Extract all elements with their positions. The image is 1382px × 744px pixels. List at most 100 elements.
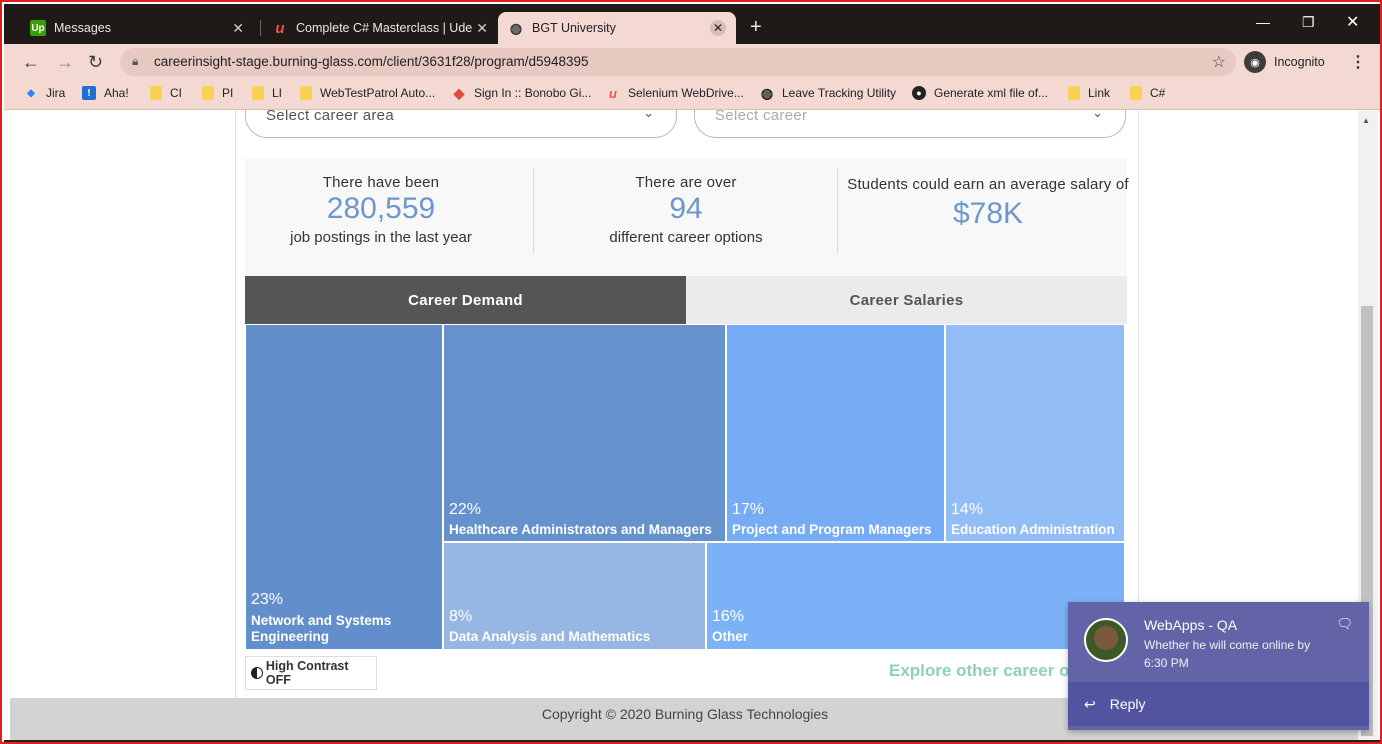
browser-toolbar: ← → ↻ 🔒︎ careerinsight-stage.burning-gla… <box>4 44 1380 80</box>
udemy-icon: u <box>275 19 285 37</box>
cell-label: Network and Systems Engineering <box>251 613 392 644</box>
folder-icon <box>1068 86 1080 100</box>
avatar <box>1084 618 1128 662</box>
treemap-cell-project[interactable]: 17% Project and Program Managers <box>726 324 945 542</box>
bookmark-label: Leave Tracking Utility <box>782 86 897 100</box>
minimize-icon[interactable]: — <box>1256 14 1270 30</box>
treemap-cell-network[interactable]: 23% Network and Systems Engineering <box>245 324 443 650</box>
teams-notification[interactable]: WebApps - QA Whether he will come online… <box>1068 602 1369 730</box>
treemap-cell-other[interactable]: 16% Other <box>706 542 1125 650</box>
high-contrast-label: High Contrast OFF <box>265 659 349 687</box>
incognito-icon: ◉ <box>1244 51 1266 73</box>
bookmark-star-icon[interactable]: ☆ <box>1212 52 1226 72</box>
back-arrow-icon[interactable]: ← <box>22 52 40 73</box>
bookmark-bonobo[interactable]: ◆ Sign In :: Bonobo Gi... <box>452 85 592 101</box>
bookmarks-bar: ◆ Jira ! Aha! CI PI LI WebTestPatrol Aut… <box>4 80 1380 110</box>
bookmark-label: WebTestPatrol Auto... <box>320 86 436 100</box>
bookmark-webtestpatrol[interactable]: WebTestPatrol Auto... <box>300 86 435 100</box>
folder-icon <box>1130 86 1142 100</box>
close-tab-icon[interactable]: ✕ <box>476 20 488 37</box>
cell-percent: 17% <box>732 501 765 518</box>
bookmark-pi[interactable]: PI <box>202 86 233 100</box>
tab-messages[interactable]: Up Messages ✕ <box>20 12 254 44</box>
contrast-icon <box>251 667 263 679</box>
career-placeholder: Select career <box>715 110 808 124</box>
address-bar[interactable]: 🔒︎ careerinsight-stage.burning-glass.com… <box>120 48 1236 76</box>
restore-icon[interactable]: ❐ <box>1302 14 1315 31</box>
stat-average-salary: Students could earn an average salary of… <box>847 158 1129 276</box>
bookmark-csharp[interactable]: C# <box>1130 86 1165 100</box>
close-tab-icon[interactable]: ✕ <box>232 20 244 37</box>
url-text[interactable]: careerinsight-stage.burning-glass.com/cl… <box>154 54 589 69</box>
bookmark-label: Sign In :: Bonobo Gi... <box>474 86 592 100</box>
tab-strip: Up Messages ✕ u Complete C# Masterclass … <box>4 4 1380 44</box>
tab-title: Messages <box>54 21 111 35</box>
bookmark-generate-xml[interactable]: ● Generate xml file of... <box>912 86 1048 100</box>
bookmark-link[interactable]: Link <box>1068 86 1110 100</box>
career-area-select[interactable]: Select career area ⌄ <box>245 110 677 138</box>
chevron-down-icon: ⌄ <box>643 110 654 120</box>
treemap-cell-healthcare[interactable]: 22% Healthcare Administrators and Manage… <box>443 324 726 542</box>
cell-percent: 16% <box>712 608 745 625</box>
upwork-icon: Up <box>30 20 46 36</box>
tab-bgt-university[interactable]: ◍ BGT University ✕ <box>498 12 736 44</box>
close-window-icon[interactable]: ✕ <box>1346 12 1359 32</box>
explore-careers-link[interactable]: Explore other career op <box>889 661 1080 681</box>
globe-icon: ◍ <box>760 84 774 101</box>
career-select[interactable]: Select career ⌄ <box>694 110 1126 138</box>
notification-title: WebApps - QA <box>1144 617 1238 633</box>
stat-lead: There have been <box>322 174 440 191</box>
scroll-up-arrow-icon[interactable]: ▲ <box>1362 116 1370 125</box>
bookmark-label: Selenium WebDrive... <box>628 86 744 100</box>
new-tab-button[interactable]: + <box>750 16 762 39</box>
tab-career-salaries[interactable]: Career Salaries <box>686 276 1127 324</box>
close-tab-icon[interactable]: ✕ <box>710 20 726 36</box>
bookmark-ci[interactable]: CI <box>150 86 182 100</box>
reply-button[interactable]: ↩ Reply <box>1068 682 1369 726</box>
treemap-cell-data-analysis[interactable]: 8% Data Analysis and Mathematics <box>443 542 706 650</box>
reply-label: Reply <box>1109 696 1146 712</box>
bookmark-label: C# <box>1150 86 1166 100</box>
tab-career-demand[interactable]: Career Demand <box>245 276 686 324</box>
stat-career-options: There are over 94 different career optio… <box>535 158 837 276</box>
bookmark-jira[interactable]: ◆ Jira <box>24 86 65 100</box>
career-tabs: Career Demand Career Salaries <box>245 276 1127 324</box>
high-contrast-toggle[interactable]: High Contrast OFF <box>245 656 377 690</box>
stat-tail: different career options <box>609 229 763 246</box>
folder-icon <box>300 86 312 100</box>
incognito-label: Incognito <box>1274 55 1325 69</box>
reply-arrow-icon: ↩ <box>1084 695 1096 712</box>
notification-message: Whether he will come online by 6:30 PM <box>1144 638 1311 670</box>
tab-title: BGT University <box>532 21 616 35</box>
bookmark-label: CI <box>170 86 182 100</box>
bookmark-li[interactable]: LI <box>252 86 282 100</box>
app-window: Up Messages ✕ u Complete C# Masterclass … <box>0 0 1382 744</box>
career-demand-treemap: 23% Network and Systems Engineering 22% … <box>245 324 1127 650</box>
browser-menu-icon[interactable]: ⋮ <box>1350 52 1366 72</box>
cell-label: Education Administration <box>951 522 1115 537</box>
stat-value: 280,559 <box>326 192 436 225</box>
divider <box>533 168 534 254</box>
bookmark-selenium[interactable]: u Selenium WebDrive... <box>606 86 744 101</box>
folder-icon <box>252 86 264 100</box>
cell-percent: 22% <box>449 501 482 518</box>
incognito-indicator[interactable]: ◉ Incognito <box>1244 48 1325 76</box>
folder-icon <box>202 86 214 100</box>
bookmark-leave-tracking[interactable]: ◍ Leave Tracking Utility <box>760 84 897 101</box>
github-icon: ● <box>912 86 926 100</box>
stat-tail: job postings in the last year <box>290 229 472 246</box>
bookmark-aha[interactable]: ! Aha! <box>82 86 129 100</box>
stat-value: $78K <box>952 197 1024 230</box>
cell-label: Project and Program Managers <box>732 522 932 537</box>
bookmark-label: PI <box>222 86 234 100</box>
bookmark-label: Aha! <box>104 86 129 100</box>
forward-arrow-icon[interactable]: → <box>56 52 74 73</box>
tab-udemy[interactable]: u Complete C# Masterclass | Udem ✕ <box>262 12 498 44</box>
treemap-cell-education[interactable]: 14% Education Administration <box>945 324 1125 542</box>
career-area-placeholder: Select career area <box>266 110 394 124</box>
reload-icon[interactable]: ↻ <box>88 52 103 73</box>
cell-percent: 23% <box>251 591 284 608</box>
tab-separator <box>260 20 261 36</box>
chat-icon[interactable]: 🗨︎ <box>1336 616 1353 632</box>
cell-label: Data Analysis and Mathematics <box>449 629 651 644</box>
